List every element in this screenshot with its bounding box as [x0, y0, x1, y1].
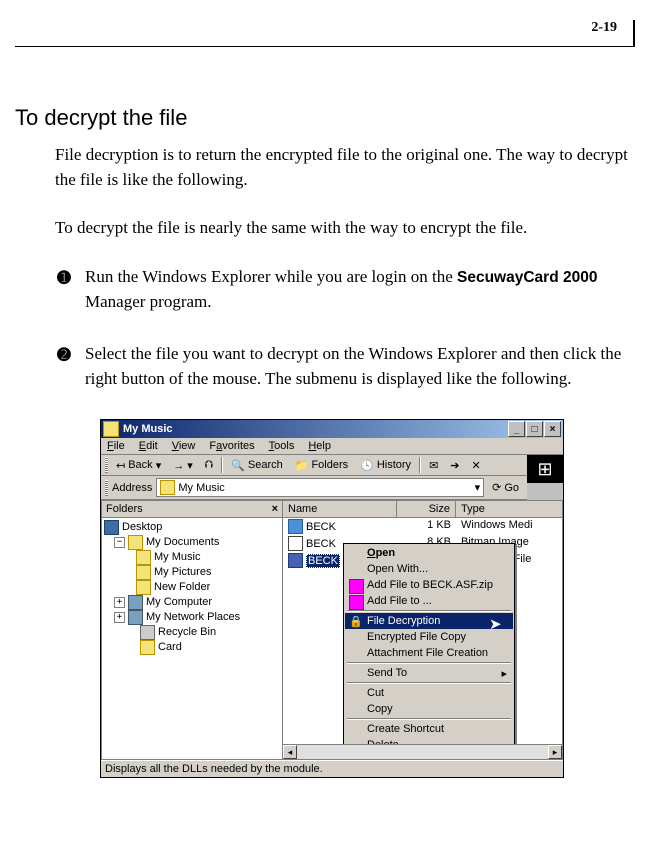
step-1-text: Run the Windows Explorer while you are l…: [85, 265, 635, 314]
horizontal-scrollbar[interactable]: ◂ ▸: [283, 744, 562, 759]
menu-view[interactable]: View: [172, 440, 196, 452]
toolbar: ↤ Back ▾ → ▾ ⮉ 🔍 Search 📁 Folders 🕓 Hist…: [101, 455, 527, 476]
file-row[interactable]: BECK 1 KB Windows Medi: [283, 518, 562, 535]
step-2-text: Select the file you want to decrypt on t…: [85, 342, 635, 391]
windows-logo: ⊞: [527, 455, 563, 483]
tree-newfolder[interactable]: New Folder: [104, 580, 280, 595]
folder-icon: [103, 421, 119, 437]
tool-move[interactable]: ➔: [446, 458, 463, 473]
address-value: My Music: [178, 482, 224, 494]
desktop-icon: [104, 520, 119, 535]
ctx-send-to[interactable]: Send To▸: [345, 665, 513, 681]
tree-desktop[interactable]: Desktop: [104, 520, 280, 535]
address-bar: Address My Music ▾ ⟳ Go: [101, 476, 527, 500]
history-button[interactable]: 🕓 History: [356, 458, 415, 473]
scroll-right-button[interactable]: ▸: [548, 745, 562, 759]
menu-tools[interactable]: Tools: [269, 440, 295, 452]
folders-button[interactable]: 📁 Folders: [291, 458, 352, 473]
bitmap-file-icon: [288, 536, 303, 551]
intro-paragraph-2: To decrypt the file is nearly the same w…: [55, 216, 635, 241]
ctx-copy[interactable]: Copy: [345, 701, 513, 717]
media-file-icon: [288, 519, 303, 534]
ctx-add-file-to[interactable]: Add File to ...: [345, 593, 513, 609]
folder-icon: [136, 565, 151, 580]
search-button[interactable]: 🔍 Search: [227, 458, 287, 473]
window-title: My Music: [123, 423, 173, 435]
ctx-encrypted-file-copy[interactable]: Encrypted File Copy: [345, 629, 513, 645]
zip-icon: [349, 579, 364, 594]
tree-mymusic[interactable]: My Music: [104, 550, 280, 565]
ctx-open[interactable]: Open: [345, 545, 513, 561]
toolbar-grip[interactable]: [105, 457, 108, 473]
maximize-button[interactable]: □: [526, 421, 543, 437]
music-folder-icon: [136, 550, 151, 565]
tree-mypictures[interactable]: My Pictures: [104, 565, 280, 580]
folder-icon: [140, 640, 155, 655]
status-bar: Displays all the DLLs needed by the modu…: [101, 760, 563, 777]
folder-tree: Desktop −My Documents My Music My Pictur…: [102, 518, 282, 759]
ctx-open-with[interactable]: Open With...: [345, 561, 513, 577]
ctx-add-to-zip[interactable]: Add File to BECK.ASF.zip: [345, 577, 513, 593]
ctx-attachment-file-creation[interactable]: Attachment File Creation: [345, 645, 513, 661]
address-input[interactable]: My Music ▾: [156, 478, 484, 497]
tree-card[interactable]: Card: [104, 640, 280, 655]
tree-mynetwork[interactable]: +My Network Places: [104, 610, 280, 625]
scroll-left-button[interactable]: ◂: [283, 745, 297, 759]
recycle-icon: [140, 625, 155, 640]
menu-edit[interactable]: Edit: [139, 440, 158, 452]
tree-mydocuments[interactable]: −My Documents: [104, 535, 280, 550]
minimize-button[interactable]: _: [508, 421, 525, 437]
menu-favorites[interactable]: Favorites: [209, 440, 254, 452]
ctx-create-shortcut[interactable]: Create Shortcut: [345, 721, 513, 737]
folders-pane-title: Folders: [106, 503, 143, 515]
close-folders-pane[interactable]: ×: [272, 503, 278, 515]
step-marker-1: ➊: [55, 267, 73, 316]
context-menu: Open Open With... Add File to BECK.ASF.z…: [343, 543, 515, 760]
up-button[interactable]: ⮉: [201, 458, 217, 473]
network-icon: [128, 610, 143, 625]
ctx-cut[interactable]: Cut: [345, 685, 513, 701]
folder-icon: [160, 480, 175, 495]
explorer-window: My Music _ □ × File Edit View Favorites …: [100, 419, 564, 778]
zip-icon: [349, 595, 364, 610]
back-button[interactable]: ↤ Back ▾: [112, 458, 165, 473]
tree-recycle[interactable]: Recycle Bin: [104, 625, 280, 640]
tool-mail[interactable]: ✉: [425, 458, 442, 473]
ctx-file-decryption[interactable]: 🔒File Decryption➤: [345, 613, 513, 629]
address-label: Address: [112, 482, 152, 494]
forward-button[interactable]: → ▾: [169, 458, 197, 473]
encrypted-file-icon: [288, 553, 303, 568]
address-grip[interactable]: [105, 480, 108, 496]
menu-file[interactable]: File: [107, 440, 125, 452]
page-number: 2-19: [15, 20, 635, 47]
tree-mycomputer[interactable]: +My Computer: [104, 595, 280, 610]
col-size[interactable]: Size: [397, 501, 456, 517]
computer-icon: [128, 595, 143, 610]
close-button[interactable]: ×: [544, 421, 561, 437]
folder-icon: [128, 535, 143, 550]
menu-help[interactable]: Help: [308, 440, 331, 452]
intro-paragraph-1: File decryption is to return the encrypt…: [55, 143, 635, 192]
go-button[interactable]: ⟳ Go: [488, 480, 523, 495]
folder-icon: [136, 580, 151, 595]
section-heading: To decrypt the file: [15, 105, 635, 131]
step-marker-2: ➋: [55, 344, 73, 393]
window-titlebar[interactable]: My Music _ □ ×: [101, 420, 563, 438]
tool-delete[interactable]: ✕: [468, 458, 485, 473]
col-name[interactable]: Name: [283, 501, 397, 517]
col-type[interactable]: Type: [456, 501, 562, 517]
column-headers: Name Size Type: [283, 501, 562, 518]
menu-bar: File Edit View Favorites Tools Help: [101, 438, 563, 455]
